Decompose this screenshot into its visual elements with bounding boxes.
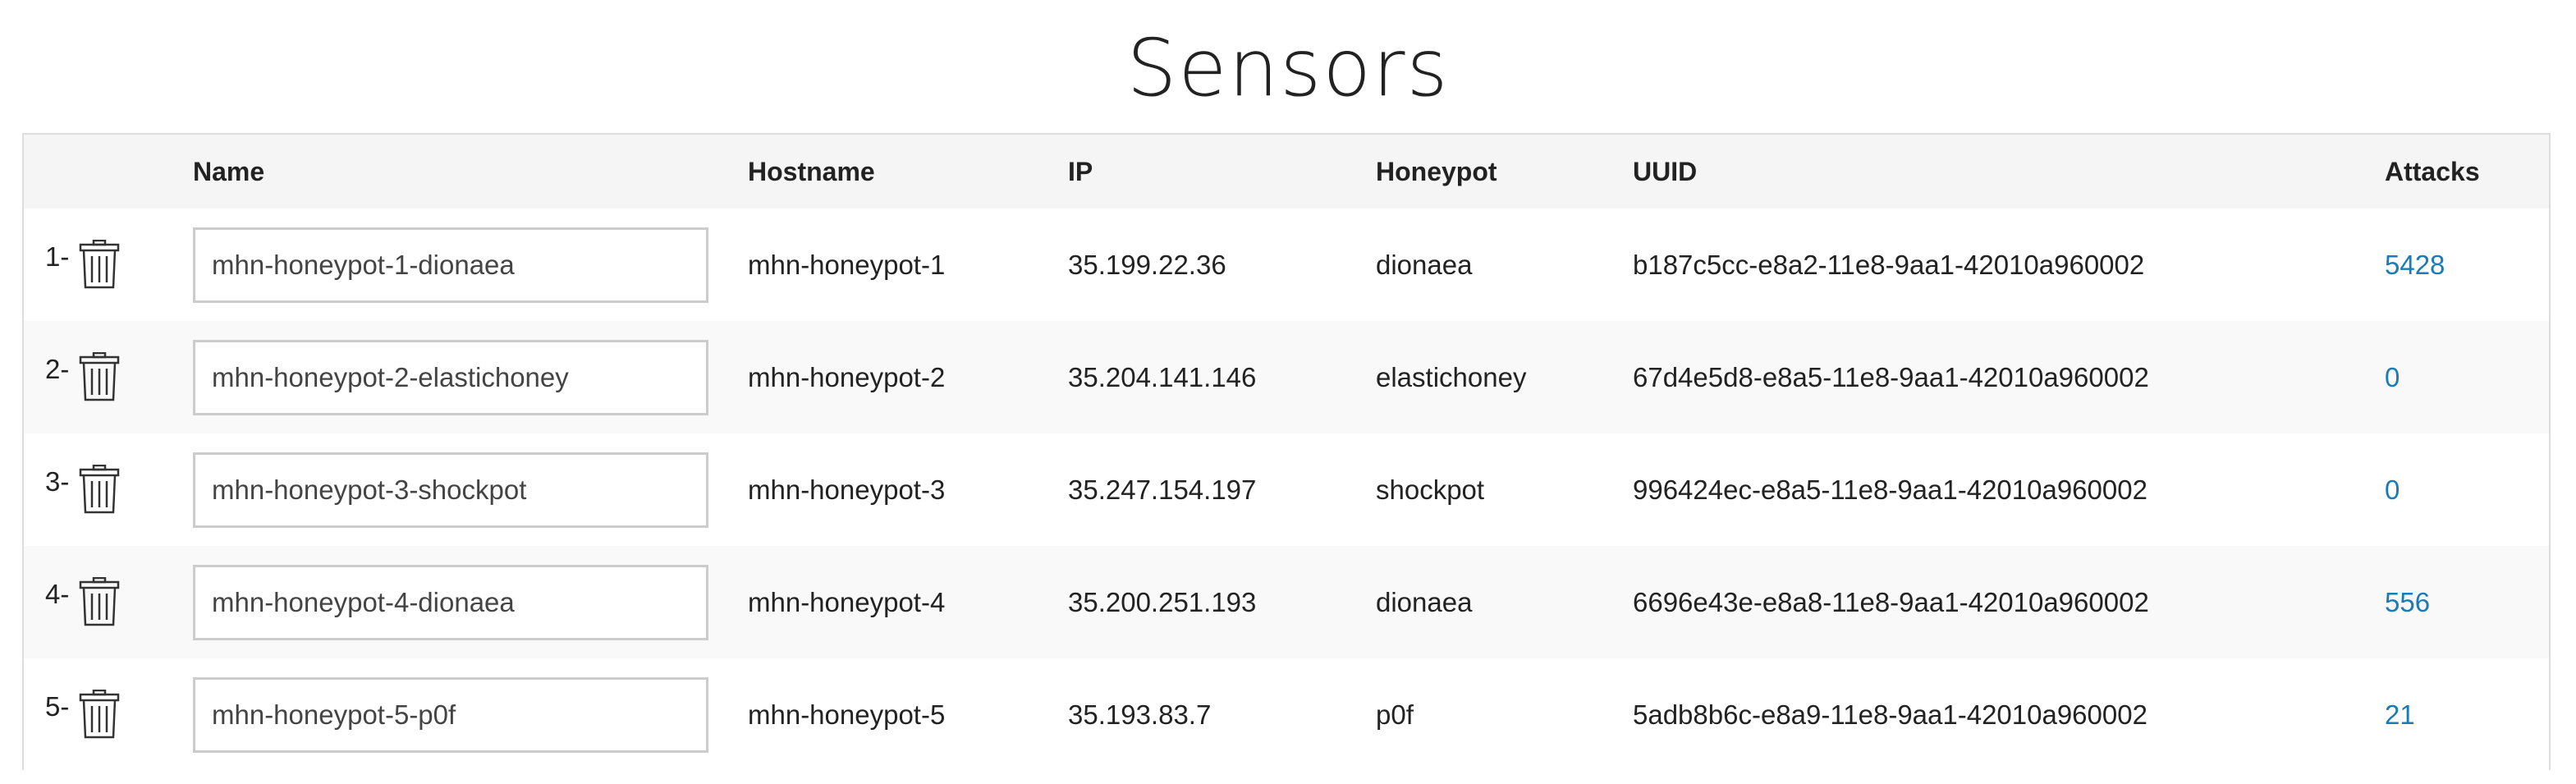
uuid-cell: 5adb8b6c-e8a9-11e8-9aa1-42010a960002	[1633, 699, 2147, 730]
name-cell	[193, 209, 748, 321]
ip-cell: 35.199.22.36	[1068, 249, 1226, 280]
hostname-cell: mhn-honeypot-4	[748, 586, 946, 617]
ip-cell: 35.247.154.197	[1068, 474, 1257, 505]
trash-icon[interactable]	[78, 465, 121, 514]
attacks-cell: 21	[2385, 658, 2549, 771]
trash-icon[interactable]	[78, 352, 121, 401]
honeypot-cell: shockpot	[1376, 474, 1485, 505]
table-row: 5- mhn-honeypot-5 35.193.83.7 p0f 5adb8b…	[24, 658, 2549, 771]
uuid-cell: 67d4e5d8-e8a5-11e8-9aa1-42010a960002	[1633, 361, 2149, 392]
header-uuid: UUID	[1633, 156, 1698, 186]
header-hostname: Hostname	[748, 156, 875, 186]
attacks-cell: 5428	[2385, 209, 2549, 321]
row-index: 4-	[45, 579, 70, 609]
header-attacks: Attacks	[2385, 156, 2480, 186]
ip-cell: 35.193.83.7	[1068, 699, 1212, 730]
attacks-link[interactable]: 5428	[2385, 250, 2445, 280]
name-cell	[193, 321, 748, 433]
row-index: 3-	[45, 466, 70, 497]
trash-icon[interactable]	[78, 577, 121, 626]
attacks-link[interactable]: 556	[2385, 587, 2430, 617]
ip-cell: 35.204.141.146	[1068, 361, 1257, 392]
hostname-cell: mhn-honeypot-5	[748, 699, 946, 730]
header-row: Name Hostname IP Honeypot UUID Attacks	[24, 135, 2549, 209]
name-cell	[193, 658, 748, 771]
header-honeypot: Honeypot	[1376, 156, 1497, 186]
row-index: 1-	[45, 241, 70, 272]
attacks-link[interactable]: 0	[2385, 362, 2400, 392]
row-index: 2-	[45, 354, 70, 384]
index-cell: 3-	[24, 433, 193, 546]
header-ip: IP	[1068, 156, 1093, 186]
hostname-cell: mhn-honeypot-1	[748, 249, 946, 280]
table-row: 3- mhn-honeypot-3 35.247.154.197 shockpo…	[24, 433, 2549, 546]
trash-icon[interactable]	[78, 690, 121, 739]
hostname-cell: mhn-honeypot-2	[748, 361, 946, 392]
attacks-cell: 556	[2385, 546, 2549, 658]
sensor-name-input[interactable]	[193, 227, 708, 303]
sensor-name-input[interactable]	[193, 339, 708, 415]
sensor-name-input[interactable]	[193, 452, 708, 528]
table-row: 2- mhn-honeypot-2 35.204.141.146 elastic…	[24, 321, 2549, 433]
honeypot-cell: p0f	[1376, 699, 1414, 730]
honeypot-cell: dionaea	[1376, 586, 1473, 617]
header-index	[24, 135, 193, 209]
attacks-cell: 0	[2385, 321, 2549, 433]
index-cell: 4-	[24, 546, 193, 658]
index-cell: 5-	[24, 658, 193, 771]
attacks-link[interactable]: 0	[2385, 475, 2400, 505]
table-row: 1- mhn-honeypot-1 35.199.22.36 dionaea b…	[24, 209, 2549, 321]
table-body: 1- mhn-honeypot-1 35.199.22.36 dionaea b…	[24, 209, 2549, 771]
table-row: 4- mhn-honeypot-4 35.200.251.193 dionaea…	[24, 546, 2549, 658]
uuid-cell: 6696e43e-e8a8-11e8-9aa1-42010a960002	[1633, 586, 2149, 617]
ip-cell: 35.200.251.193	[1068, 586, 1257, 617]
index-cell: 2-	[24, 321, 193, 433]
header-name: Name	[193, 156, 265, 186]
attacks-link[interactable]: 21	[2385, 699, 2415, 730]
sensor-name-input[interactable]	[193, 564, 708, 640]
honeypot-cell: dionaea	[1376, 249, 1473, 280]
name-cell	[193, 433, 748, 546]
hostname-cell: mhn-honeypot-3	[748, 474, 946, 505]
row-index: 5-	[45, 691, 70, 722]
uuid-cell: b187c5cc-e8a2-11e8-9aa1-42010a960002	[1633, 249, 2145, 280]
trash-icon[interactable]	[78, 240, 121, 289]
sensors-table: Name Hostname IP Honeypot UUID Attacks 1…	[24, 135, 2549, 771]
attacks-cell: 0	[2385, 433, 2549, 546]
name-cell	[193, 546, 748, 658]
sensors-table-container: Name Hostname IP Honeypot UUID Attacks 1…	[22, 133, 2551, 771]
index-cell: 1-	[24, 209, 193, 321]
honeypot-cell: elastichoney	[1376, 361, 1527, 392]
table-header: Name Hostname IP Honeypot UUID Attacks	[24, 135, 2549, 209]
page-title: Sensors	[1126, 22, 1450, 114]
sensor-name-input[interactable]	[193, 676, 708, 753]
uuid-cell: 996424ec-e8a5-11e8-9aa1-42010a960002	[1633, 474, 2147, 505]
